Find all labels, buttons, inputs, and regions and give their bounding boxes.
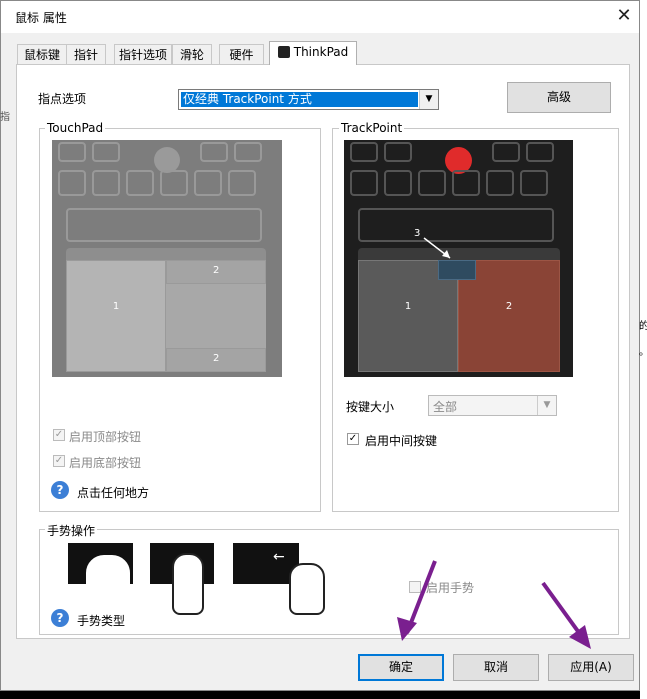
enable-top-buttons-label: 启用顶部按钮 xyxy=(69,430,142,444)
enable-gestures-label: 启用手势 xyxy=(426,581,475,595)
gesture-types-link[interactable]: 手势类型 xyxy=(77,612,125,629)
thinkpad-icon xyxy=(277,46,290,58)
pointing-options-select[interactable]: 仅经典 TrackPoint 方式 ▼ xyxy=(178,89,439,110)
enable-middle-button-checkbox[interactable]: ✓ xyxy=(347,433,359,445)
advanced-button[interactable]: 高级 xyxy=(507,82,611,113)
touchpad-zone-2-top: 2 xyxy=(166,260,266,284)
gesture-swipe-image: ← xyxy=(233,543,325,615)
trackpoint-zone-3-label: 3 xyxy=(414,228,421,239)
gesture-zoom-image xyxy=(68,543,133,611)
chevron-down-icon[interactable]: ▼ xyxy=(419,90,438,109)
tab-wheel[interactable]: 滑轮 xyxy=(172,44,212,65)
tab-pointer-options[interactable]: 指针选项 xyxy=(114,44,172,65)
help-icon[interactable]: ? xyxy=(51,609,69,627)
enable-bottom-buttons-checkbox[interactable]: ✓ xyxy=(53,455,65,467)
enable-middle-button-label: 启用中间按键 xyxy=(365,434,438,448)
arrow-left-icon: ← xyxy=(273,549,285,565)
ok-button[interactable]: 确定 xyxy=(358,654,444,681)
button-size-label: 按键大小 xyxy=(346,400,395,414)
background-window-edge: 的 。 xyxy=(639,0,647,699)
mouse-properties-dialog: 鼠标 属性 ✕ 鼠标键 指针 指针选项 滑轮 硬件 ThinkPad 指点选项 … xyxy=(0,0,640,691)
enable-gestures-checkbox[interactable] xyxy=(409,581,421,593)
pointing-options-value: 仅经典 TrackPoint 方式 xyxy=(181,92,418,107)
pointing-options-label: 指点选项 xyxy=(38,92,87,106)
tab-pointers[interactable]: 指针 xyxy=(66,44,106,65)
touchpad-zone-1: 1 xyxy=(66,260,166,372)
tab-thinkpad[interactable]: ThinkPad xyxy=(269,41,357,65)
touchpad-zone-2-bottom: 2 xyxy=(166,348,266,372)
zone-3-arrow-icon xyxy=(423,237,451,259)
enable-top-buttons-checkbox[interactable]: ✓ xyxy=(53,429,65,441)
help-icon[interactable]: ? xyxy=(51,481,69,499)
apply-button[interactable]: 应用(A) xyxy=(548,654,634,681)
touchpad-group-title: TouchPad xyxy=(45,121,106,135)
cancel-button[interactable]: 取消 xyxy=(453,654,539,681)
background-text-fragment: 指 xyxy=(0,112,10,123)
close-icon[interactable]: ✕ xyxy=(609,3,639,29)
tab-hardware[interactable]: 硬件 xyxy=(219,44,264,65)
gestures-group-title: 手势操作 xyxy=(45,522,98,539)
tab-buttons[interactable]: 鼠标键 xyxy=(17,44,67,65)
chevron-down-icon[interactable]: ▼ xyxy=(537,396,556,415)
tab-thinkpad-label: ThinkPad xyxy=(293,45,349,59)
trackpoint-illustration: 1 2 3 xyxy=(344,140,573,377)
touchpad-illustration: 1 2 2 xyxy=(52,140,282,377)
click-anywhere-link[interactable]: 点击任何地方 xyxy=(77,484,149,501)
gesture-scroll-image xyxy=(150,543,214,615)
window-title: 鼠标 属性 xyxy=(15,11,67,25)
button-size-value: 全部 xyxy=(433,400,458,414)
button-size-select[interactable]: 全部 ▼ xyxy=(428,395,557,416)
title-bar: 鼠标 属性 ✕ xyxy=(1,1,639,33)
trackpoint-group-title: TrackPoint xyxy=(339,121,405,135)
enable-bottom-buttons-label: 启用底部按钮 xyxy=(69,456,142,470)
